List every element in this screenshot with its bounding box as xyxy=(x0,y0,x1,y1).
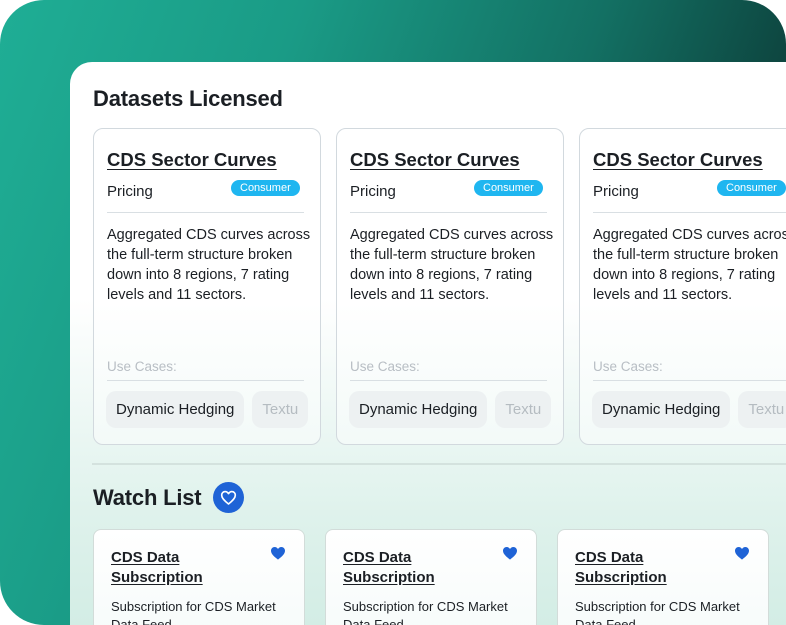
use-case-tags: Dynamic Hedging Textu xyxy=(349,391,552,428)
consumer-badge: Consumer xyxy=(717,180,786,196)
use-case-tag[interactable]: Textu xyxy=(738,391,786,428)
divider xyxy=(107,380,304,381)
divider xyxy=(350,212,547,213)
use-case-tags: Dynamic Hedging Textu xyxy=(592,391,786,428)
watchlist-card[interactable]: CDS Data Subscription Subscription for C… xyxy=(93,529,305,625)
use-case-tag[interactable]: Textu xyxy=(495,391,552,428)
dataset-card[interactable]: CDS Sector Curves Pricing Consumer Aggre… xyxy=(579,128,786,445)
watchlist-description: Subscription for CDS Market Data Feed xyxy=(111,599,276,625)
watchlist-title-link[interactable]: CDS Data Subscription xyxy=(111,548,261,588)
dataset-category: Pricing xyxy=(107,183,153,200)
heart-icon[interactable] xyxy=(213,482,244,513)
use-cases-label: Use Cases: xyxy=(350,359,420,374)
dataset-category: Pricing xyxy=(593,183,639,200)
dataset-card[interactable]: CDS Sector Curves Pricing Consumer Aggre… xyxy=(336,128,564,445)
watchlist-description: Subscription for CDS Market Data Feed xyxy=(343,599,508,625)
divider xyxy=(593,212,786,213)
use-case-tag[interactable]: Dynamic Hedging xyxy=(592,391,731,428)
dataset-title-link[interactable]: CDS Sector Curves xyxy=(593,149,763,171)
consumer-badge: Consumer xyxy=(231,180,300,196)
use-case-tags: Dynamic Hedging Textu xyxy=(106,391,309,428)
watchlist-section-title: Watch List xyxy=(93,485,202,510)
heart-icon[interactable] xyxy=(270,545,286,561)
use-cases-label: Use Cases: xyxy=(593,359,663,374)
watchlist-card[interactable]: CDS Data Subscription Subscription for C… xyxy=(325,529,537,625)
datasets-section-title: Datasets Licensed xyxy=(93,86,283,111)
heart-icon[interactable] xyxy=(734,545,750,561)
use-case-tag[interactable]: Dynamic Hedging xyxy=(106,391,245,428)
dataset-description: Aggregated CDS curves across the full-te… xyxy=(350,227,554,303)
use-case-tag[interactable]: Textu xyxy=(252,391,309,428)
dataset-description: Aggregated CDS curves across the full-te… xyxy=(107,227,311,303)
watchlist-title-link[interactable]: CDS Data Subscription xyxy=(343,548,493,588)
consumer-badge: Consumer xyxy=(474,180,543,196)
divider xyxy=(350,380,547,381)
divider xyxy=(593,380,786,381)
use-cases-label: Use Cases: xyxy=(107,359,177,374)
watchlist-card[interactable]: CDS Data Subscription Subscription for C… xyxy=(557,529,769,625)
watchlist-title-link[interactable]: CDS Data Subscription xyxy=(575,548,725,588)
heart-icon[interactable] xyxy=(502,545,518,561)
dataset-category: Pricing xyxy=(350,183,396,200)
dataset-card[interactable]: CDS Sector Curves Pricing Consumer Aggre… xyxy=(93,128,321,445)
dataset-title-link[interactable]: CDS Sector Curves xyxy=(350,149,520,171)
dataset-title-link[interactable]: CDS Sector Curves xyxy=(107,149,277,171)
divider xyxy=(107,212,304,213)
section-divider xyxy=(92,463,786,465)
watchlist-description: Subscription for CDS Market Data Feed xyxy=(575,599,740,625)
main-panel: Datasets Licensed CDS Sector Curves Pric… xyxy=(70,62,786,625)
use-case-tag[interactable]: Dynamic Hedging xyxy=(349,391,488,428)
dataset-description: Aggregated CDS curves across the full-te… xyxy=(593,227,786,303)
